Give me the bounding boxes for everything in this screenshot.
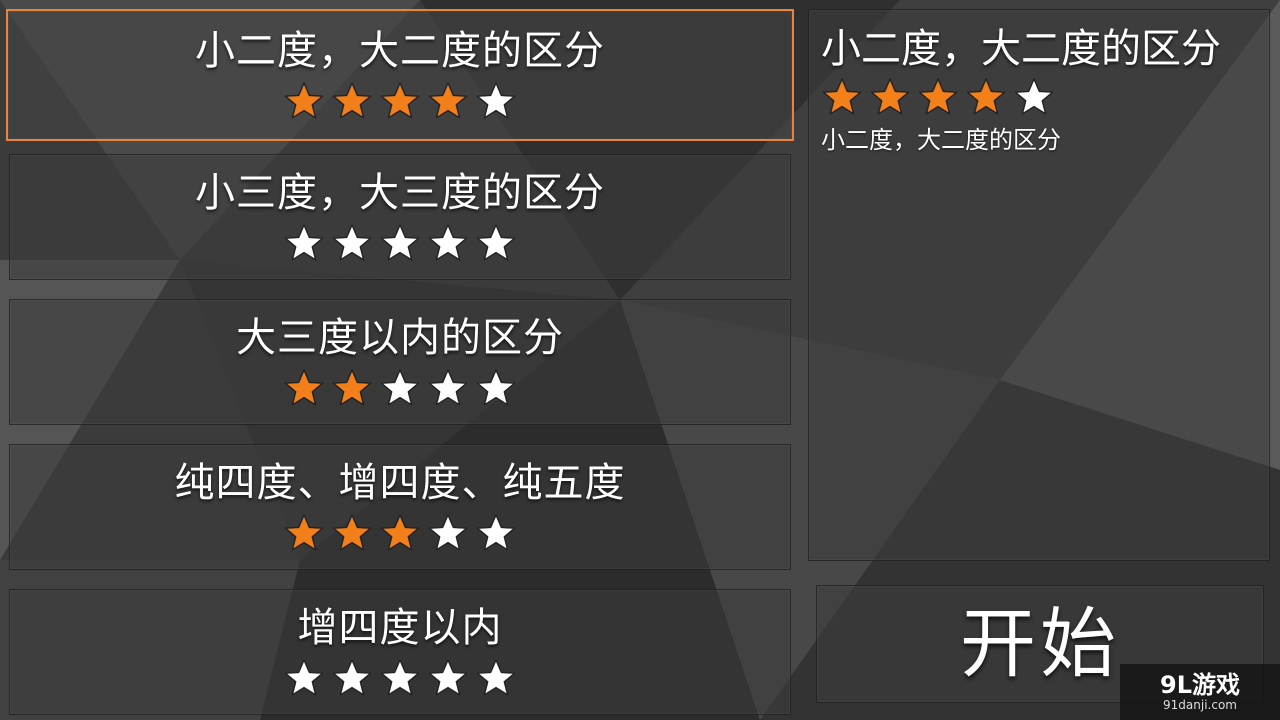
level-star-rating [283, 80, 517, 122]
star-icon [427, 367, 469, 409]
star-icon [821, 76, 863, 118]
star-icon [427, 80, 469, 122]
star-icon [331, 512, 373, 554]
level-title: 纯四度、增四度、纯五度 [174, 460, 626, 506]
level-title: 大三度以内的区分 [236, 315, 564, 361]
watermark-sub-text: 91danji.com [1163, 698, 1237, 712]
level-title: 小三度，大三度的区分 [195, 170, 605, 216]
star-icon [427, 657, 469, 699]
star-icon [331, 367, 373, 409]
level-title: 增四度以内 [297, 605, 503, 651]
level-card-1[interactable]: 小二度，大二度的区分 [6, 9, 794, 141]
level-card-3[interactable]: 大三度以内的区分 [9, 299, 791, 425]
detail-description: 小二度，大二度的区分 [821, 126, 1061, 154]
star-icon [379, 657, 421, 699]
star-icon [1013, 76, 1055, 118]
start-button-label: 开始 [960, 599, 1120, 688]
star-icon [427, 222, 469, 264]
level-card-4[interactable]: 纯四度、增四度、纯五度 [9, 444, 791, 570]
level-detail-panel: 小二度，大二度的区分 小二度，大二度的区分 [808, 9, 1270, 561]
level-card-5[interactable]: 增四度以内 [9, 589, 791, 715]
detail-star-rating [821, 76, 1257, 118]
star-icon [475, 657, 517, 699]
star-icon [475, 512, 517, 554]
star-icon [427, 512, 469, 554]
star-icon [379, 222, 421, 264]
star-icon [283, 512, 325, 554]
level-star-rating [283, 367, 517, 409]
star-icon [379, 367, 421, 409]
star-icon [379, 512, 421, 554]
star-icon [475, 367, 517, 409]
star-icon [475, 80, 517, 122]
level-star-rating [283, 657, 517, 699]
star-icon [283, 657, 325, 699]
star-icon [283, 80, 325, 122]
star-icon [379, 80, 421, 122]
level-card-2[interactable]: 小三度，大三度的区分 [9, 154, 791, 280]
star-icon [283, 367, 325, 409]
star-icon [331, 222, 373, 264]
star-icon [475, 222, 517, 264]
star-icon [331, 657, 373, 699]
level-title: 小二度，大二度的区分 [195, 28, 605, 74]
star-icon [869, 76, 911, 118]
star-icon [917, 76, 959, 118]
watermark-main-text: 9L游戏 [1160, 671, 1240, 699]
star-icon [283, 222, 325, 264]
level-star-rating [283, 512, 517, 554]
star-icon [331, 80, 373, 122]
star-icon [965, 76, 1007, 118]
level-star-rating [283, 222, 517, 264]
watermark-logo: 9L游戏 91danji.com [1120, 664, 1280, 720]
detail-title: 小二度，大二度的区分 [821, 26, 1221, 72]
